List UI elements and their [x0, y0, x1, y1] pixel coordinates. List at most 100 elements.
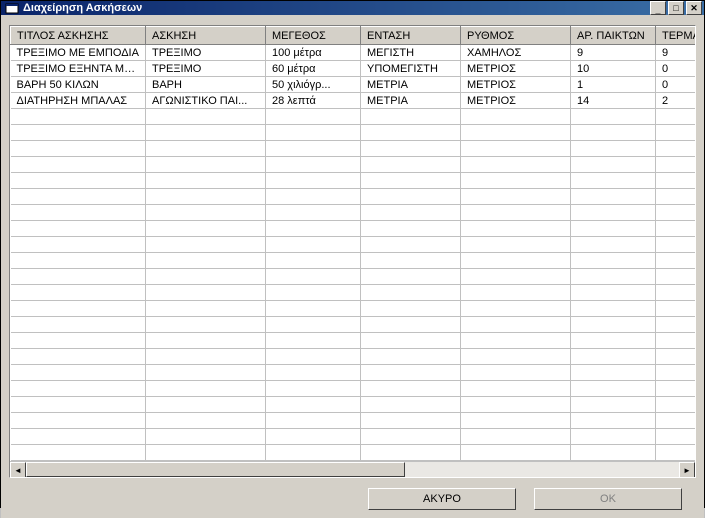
table-cell[interactable]: [656, 125, 696, 141]
table-cell[interactable]: ΔΙΑΤΗΡΗΣΗ ΜΠΑΛΑΣ: [11, 93, 146, 109]
table-row[interactable]: [11, 365, 696, 381]
table-cell[interactable]: [656, 253, 696, 269]
table-cell[interactable]: [146, 333, 266, 349]
table-cell[interactable]: [656, 349, 696, 365]
table-cell[interactable]: [656, 205, 696, 221]
table-cell[interactable]: [461, 397, 571, 413]
table-cell[interactable]: [461, 157, 571, 173]
table-cell[interactable]: [146, 189, 266, 205]
table-cell[interactable]: [461, 173, 571, 189]
table-cell[interactable]: [146, 221, 266, 237]
table-cell[interactable]: [146, 445, 266, 461]
table-cell[interactable]: [266, 333, 361, 349]
table-cell[interactable]: [11, 237, 146, 253]
table-row[interactable]: ΤΡΕΞΙΜΟ ΕΞΗΝΤΑ ΜΕΤ...ΤΡΕΞΙΜΟ60 μέτραΥΠΟΜ…: [11, 61, 696, 77]
table-row[interactable]: ΤΡΕΞΙΜΟ ΜΕ ΕΜΠΟΔΙΑΤΡΕΞΙΜΟ100 μέτραΜΕΓΙΣΤ…: [11, 45, 696, 61]
table-cell[interactable]: 9: [656, 45, 696, 61]
table-cell[interactable]: [146, 317, 266, 333]
table-cell[interactable]: [571, 365, 656, 381]
table-cell[interactable]: [266, 221, 361, 237]
table-cell[interactable]: [361, 317, 461, 333]
table-row[interactable]: ΔΙΑΤΗΡΗΣΗ ΜΠΑΛΑΣΑΓΩΝΙΣΤΙΚΟ ΠΑΙ...28 λεπτ…: [11, 93, 696, 109]
table-cell[interactable]: [11, 333, 146, 349]
table-cell[interactable]: [571, 333, 656, 349]
table-cell[interactable]: [571, 381, 656, 397]
table-row[interactable]: [11, 285, 696, 301]
table-cell[interactable]: 60 μέτρα: [266, 61, 361, 77]
table-cell[interactable]: [461, 125, 571, 141]
table-cell[interactable]: [11, 157, 146, 173]
table-cell[interactable]: [361, 237, 461, 253]
table-cell[interactable]: [571, 253, 656, 269]
table-cell[interactable]: [361, 413, 461, 429]
table-cell[interactable]: [361, 285, 461, 301]
table-cell[interactable]: [361, 301, 461, 317]
table-cell[interactable]: ΤΡΕΞΙΜΟ: [146, 45, 266, 61]
table-cell[interactable]: [146, 125, 266, 141]
horizontal-scrollbar[interactable]: ◄ ►: [10, 461, 695, 477]
table-row[interactable]: [11, 317, 696, 333]
scroll-track[interactable]: [26, 462, 679, 477]
table-cell[interactable]: [266, 141, 361, 157]
table-cell[interactable]: [266, 189, 361, 205]
table-cell[interactable]: [361, 269, 461, 285]
table-cell[interactable]: [571, 349, 656, 365]
table-cell[interactable]: [146, 381, 266, 397]
table-cell[interactable]: [461, 301, 571, 317]
cancel-button[interactable]: ΑΚΥΡΟ: [368, 488, 516, 510]
table-cell[interactable]: ΜΕΤΡΙΟΣ: [461, 93, 571, 109]
table-cell[interactable]: [656, 445, 696, 461]
table-row[interactable]: [11, 301, 696, 317]
table-cell[interactable]: [571, 157, 656, 173]
table-cell[interactable]: ΜΕΤΡΙΑ: [361, 77, 461, 93]
table-cell[interactable]: [571, 173, 656, 189]
table-row[interactable]: [11, 269, 696, 285]
table-row[interactable]: [11, 125, 696, 141]
table-cell[interactable]: [266, 205, 361, 221]
table-cell[interactable]: [461, 317, 571, 333]
table-cell[interactable]: [656, 141, 696, 157]
table-cell[interactable]: [11, 301, 146, 317]
table-cell[interactable]: [146, 109, 266, 125]
table-row[interactable]: [11, 157, 696, 173]
col-header-players[interactable]: ΑΡ. ΠΑΙΚΤΩΝ: [571, 27, 656, 45]
table-cell[interactable]: [146, 141, 266, 157]
table-cell[interactable]: [656, 221, 696, 237]
table-cell[interactable]: ΜΕΓΙΣΤΗ: [361, 45, 461, 61]
table-cell[interactable]: [571, 413, 656, 429]
scroll-left-button[interactable]: ◄: [10, 462, 26, 478]
table-cell[interactable]: [11, 205, 146, 221]
table-cell[interactable]: [266, 317, 361, 333]
table-cell[interactable]: ΜΕΤΡΙΟΣ: [461, 61, 571, 77]
table-cell[interactable]: [656, 429, 696, 445]
table-row[interactable]: [11, 221, 696, 237]
table-cell[interactable]: [11, 365, 146, 381]
table-cell[interactable]: [11, 221, 146, 237]
ok-button[interactable]: OK: [534, 488, 682, 510]
col-header-exercise[interactable]: ΑΣΚΗΣΗ: [146, 27, 266, 45]
table-cell[interactable]: 28 λεπτά: [266, 93, 361, 109]
table-cell[interactable]: [571, 285, 656, 301]
table-cell[interactable]: [361, 365, 461, 381]
table-cell[interactable]: [361, 221, 461, 237]
table-cell[interactable]: [461, 205, 571, 221]
table-cell[interactable]: [461, 429, 571, 445]
table-cell[interactable]: [266, 173, 361, 189]
table-cell[interactable]: [266, 413, 361, 429]
table-cell[interactable]: [656, 157, 696, 173]
table-row[interactable]: [11, 413, 696, 429]
table-cell[interactable]: [146, 157, 266, 173]
table-cell[interactable]: [361, 381, 461, 397]
table-cell[interactable]: [146, 253, 266, 269]
table-cell[interactable]: [656, 109, 696, 125]
table-row[interactable]: [11, 445, 696, 461]
table-cell[interactable]: 1: [571, 77, 656, 93]
minimize-button[interactable]: _: [650, 1, 666, 15]
table-cell[interactable]: [571, 205, 656, 221]
table-cell[interactable]: [361, 333, 461, 349]
table-cell[interactable]: [361, 253, 461, 269]
table-cell[interactable]: [266, 285, 361, 301]
table-cell[interactable]: [11, 413, 146, 429]
table-cell[interactable]: [266, 365, 361, 381]
table-cell[interactable]: [266, 157, 361, 173]
